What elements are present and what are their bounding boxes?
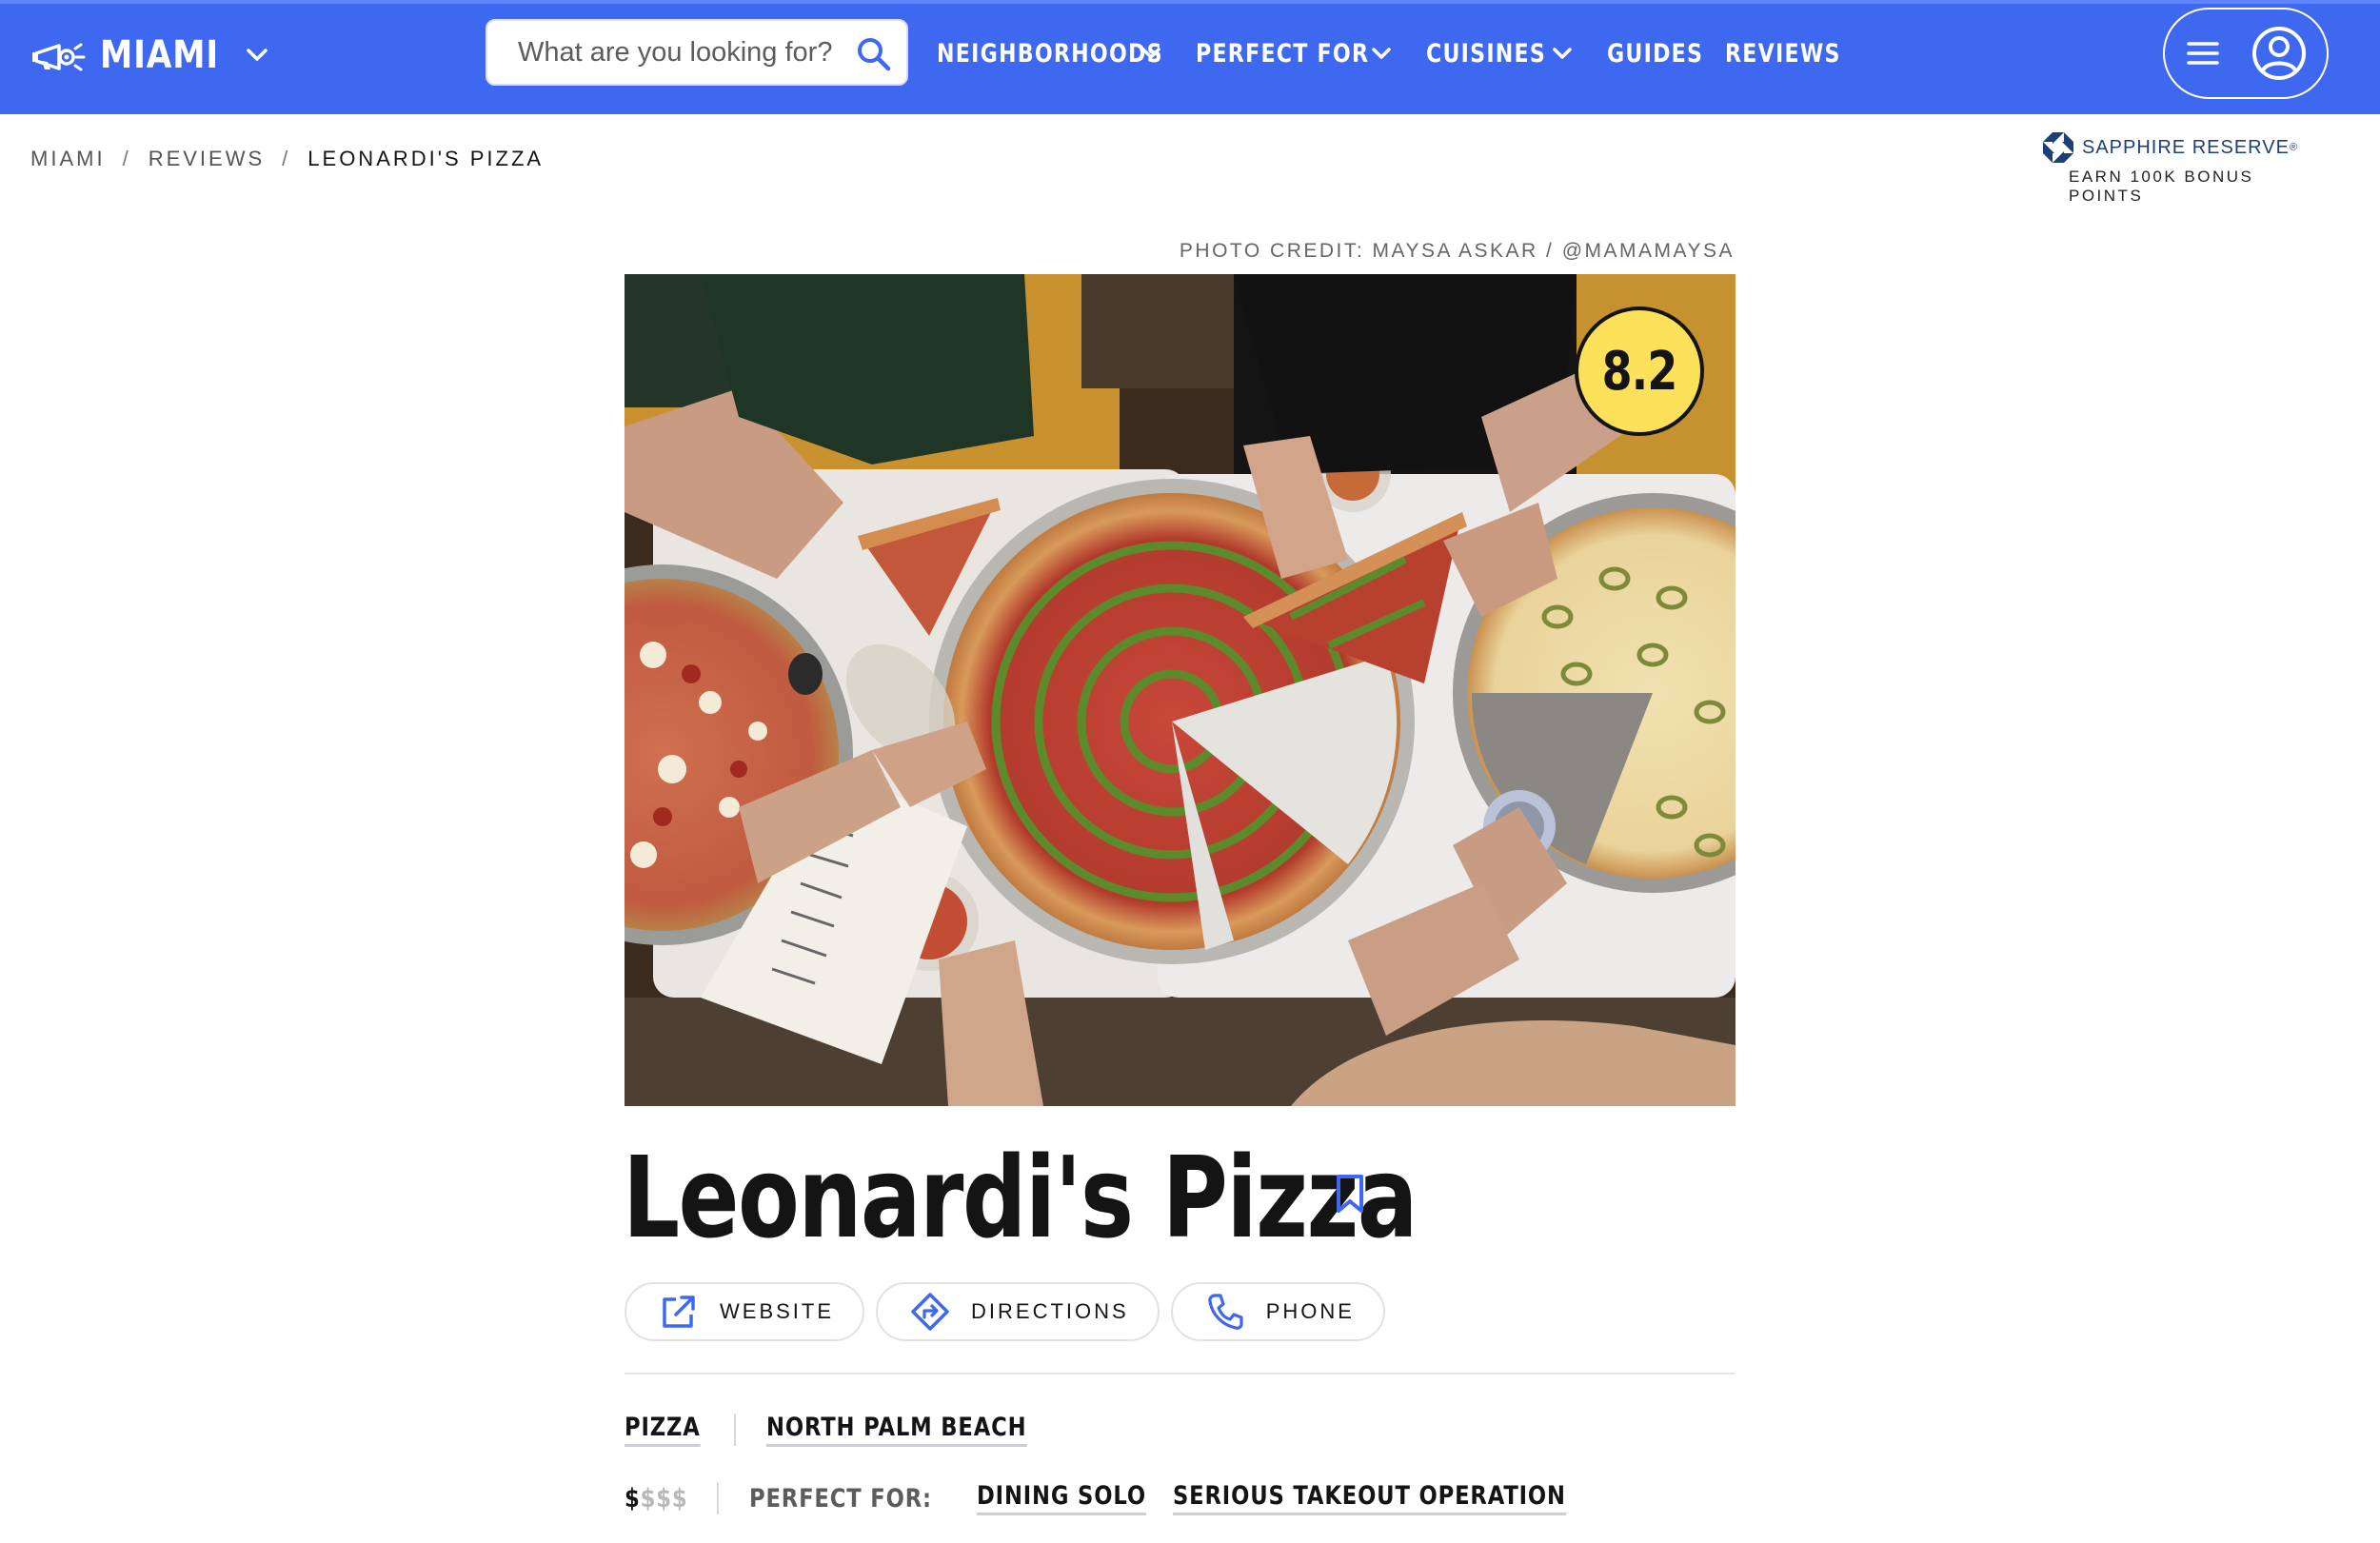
search-icon[interactable] (855, 35, 893, 73)
chevron-down-icon (1372, 48, 1391, 59)
tag-separator (733, 1414, 736, 1446)
main-nav: NEIGHBORHOODS PERFECT FOR CUISINES GUIDE… (937, 0, 1858, 107)
site-logo-megaphone-icon[interactable] (30, 29, 86, 86)
nav-label: CUISINES (1426, 38, 1547, 69)
phone-label: PHONE (1265, 1299, 1355, 1323)
breadcrumb: MIAMI / REVIEWS / LEONARDI'S PIZZA (30, 147, 544, 171)
website-button[interactable]: WEBSITE (625, 1282, 865, 1341)
phone-icon (1207, 1294, 1243, 1330)
pizza-table-photo (625, 274, 1735, 1106)
nav-perfect-for[interactable]: PERFECT FOR (1196, 39, 1396, 69)
nav-guides[interactable]: GUIDES (1607, 38, 1704, 69)
breadcrumb-separator: / (122, 147, 131, 170)
breadcrumb-reviews[interactable]: REVIEWS (149, 147, 265, 171)
nav-label: GUIDES (1607, 38, 1704, 69)
nav-neighborhoods[interactable]: NEIGHBORHOODS (937, 39, 1165, 69)
cuisine-tag[interactable]: PIZZA (625, 1413, 701, 1447)
price-inactive: $$$ (640, 1483, 688, 1513)
breadcrumb-miami[interactable]: MIAMI (30, 147, 106, 171)
perfect-for-label: PERFECT FOR: (749, 1483, 933, 1513)
cuisine-neighborhood-row: PIZZA NORTH PALM BEACH (625, 1413, 1076, 1447)
rating-score-badge: 8.2 (1575, 307, 1704, 436)
sponsor-brand-row: SAPPHIRE RESERVE ® (2042, 131, 2328, 164)
top-navigation-bar: MIAMI NEIGHBORHOODS PERFECT FOR CUISINES… (0, 0, 2380, 114)
nav-label: PERFECT FOR (1196, 38, 1370, 69)
sponsor-ad[interactable]: SAPPHIRE RESERVE ® EARN 100K BONUS POINT… (2042, 131, 2328, 206)
photo-credit: PHOTO CREDIT: MAYSA ASKAR / @MAMAMAYSA (1179, 240, 1735, 262)
neighborhood-tag[interactable]: NORTH PALM BEACH (765, 1413, 1027, 1447)
search-input[interactable] (518, 36, 861, 69)
sponsor-brand: SAPPHIRE RESERVE (2082, 136, 2290, 158)
price-perfect-for-row: $$$$ PERFECT FOR: DINING SOLO SERIOUS TA… (625, 1481, 1640, 1515)
website-label: WEBSITE (720, 1299, 835, 1323)
hamburger-menu-icon[interactable] (2184, 34, 2222, 72)
tag-separator (717, 1482, 720, 1514)
account-icon[interactable] (2251, 25, 2308, 82)
nav-cuisines[interactable]: CUISINES (1426, 39, 1577, 69)
external-link-icon (663, 1296, 695, 1328)
hero-photo (625, 274, 1735, 1106)
user-menu-pill[interactable] (2163, 8, 2329, 99)
chevron-down-icon[interactable] (240, 38, 274, 72)
breadcrumb-current: LEONARDI'S PIZZA (307, 147, 545, 170)
directions-button[interactable]: DIRECTIONS (876, 1282, 1160, 1341)
price-active: $ (625, 1483, 641, 1513)
directions-icon (911, 1293, 949, 1331)
directions-label: DIRECTIONS (971, 1299, 1129, 1323)
section-divider (625, 1373, 1735, 1375)
bookmark-icon[interactable] (1331, 1173, 1369, 1215)
action-buttons: WEBSITE DIRECTIONS PHONE (625, 1282, 1397, 1341)
price-level: $$$$ (625, 1484, 688, 1513)
rating-score: 8.2 (1601, 340, 1678, 403)
chevron-down-icon (1553, 48, 1572, 59)
phone-button[interactable]: PHONE (1170, 1282, 1385, 1341)
nav-label: REVIEWS (1725, 38, 1841, 69)
chase-octagon-logo-icon (2043, 132, 2073, 163)
sponsor-tagline: EARN 100K BONUS POINTS (2069, 168, 2254, 205)
perfect-for-tag[interactable]: SERIOUS TAKEOUT OPERATION (1172, 1481, 1566, 1515)
nav-label: NEIGHBORHOODS (937, 38, 1163, 69)
breadcrumb-separator: / (282, 147, 291, 170)
megaphone-icon (32, 43, 86, 71)
city-selector-label[interactable]: MIAMI (100, 27, 219, 84)
nav-reviews[interactable]: REVIEWS (1725, 38, 1841, 69)
registered-mark: ® (2289, 142, 2298, 153)
perfect-for-tag[interactable]: DINING SOLO (976, 1481, 1146, 1515)
restaurant-name: Leonardi's Pizza (623, 1132, 1418, 1263)
search-box[interactable] (486, 19, 908, 86)
